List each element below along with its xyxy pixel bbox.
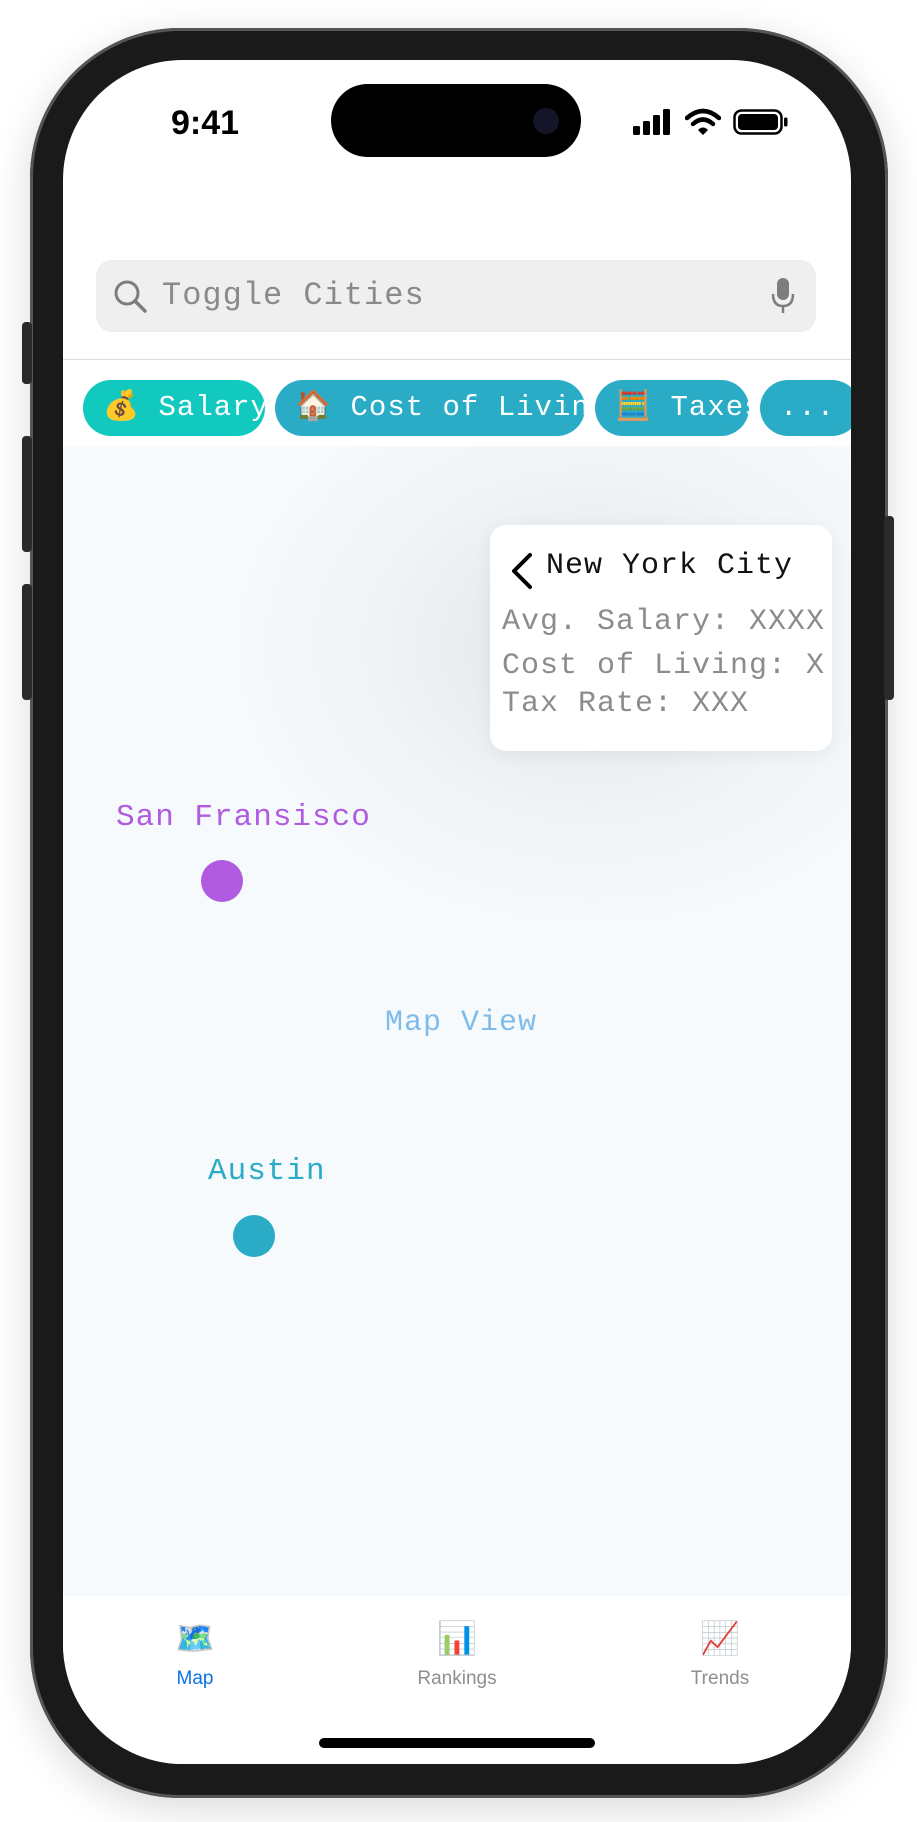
home-indicator[interactable] [319, 1738, 595, 1748]
tab-trends[interactable]: 📈 Trends [640, 1616, 800, 1690]
map-icon: 🗺️ [175, 1620, 215, 1656]
search-icon [114, 280, 147, 313]
status-time: 9:41 [171, 104, 240, 142]
search-divider [63, 359, 851, 360]
city-info-popup: New York City Avg. Salary: XXXX Cost of … [490, 525, 832, 751]
camera-icon [533, 108, 559, 134]
cellular-signal-icon [633, 109, 670, 135]
status-bar: 9:41 [63, 60, 851, 180]
filter-chip-label: Salary [158, 391, 265, 424]
trend-chart-icon: 📈 [700, 1620, 740, 1656]
filter-chip-label: Cost of Living [350, 391, 585, 424]
popup-cost-of-living: Cost of Living: X [502, 649, 826, 683]
volume-up-button [22, 436, 32, 552]
filter-chip-cost-of-living[interactable]: 🏠 Cost of Living [275, 380, 585, 436]
popup-tax-rate: Tax Rate: XXX [502, 687, 750, 721]
tab-rankings[interactable]: 📊 Rankings [377, 1616, 537, 1690]
city-label-san-francisco: San Fransisco [116, 800, 371, 835]
action-button [22, 322, 32, 384]
city-label-austin: Austin [208, 1154, 326, 1189]
filter-chip-label: ... [780, 391, 836, 424]
volume-down-button [22, 584, 32, 700]
filter-chip-more[interactable]: ... [760, 380, 851, 436]
phone-screen: 9:41 Toggle Cities 💰 Salary 🏠 Cost of Li… [63, 60, 851, 1764]
status-icons [633, 108, 789, 136]
power-button [884, 516, 894, 700]
wifi-icon [685, 108, 721, 135]
tab-map[interactable]: 🗺️ Map [115, 1616, 275, 1690]
map-view-label: Map View [385, 1006, 538, 1040]
tab-label: Map [176, 1668, 214, 1689]
dynamic-island [331, 84, 581, 157]
microphone-icon[interactable] [770, 276, 796, 316]
city-marker-san-francisco[interactable] [201, 860, 243, 902]
tab-label: Rankings [417, 1668, 497, 1689]
popup-avg-salary: Avg. Salary: XXXX [502, 605, 826, 639]
filter-chips: 💰 Salary 🏠 Cost of Living 🧮 Taxes ... [83, 380, 851, 436]
search-input[interactable]: Toggle Cities [162, 277, 425, 314]
chevron-left-icon[interactable] [508, 551, 534, 591]
filter-chip-taxes[interactable]: 🧮 Taxes [595, 380, 749, 436]
house-icon: 🏠 [295, 391, 333, 424]
city-marker-austin[interactable] [233, 1215, 275, 1257]
bar-chart-icon: 📊 [437, 1620, 477, 1656]
tab-label: Trends [690, 1668, 750, 1689]
popup-title: New York City [546, 549, 794, 583]
calculator-icon: 🧮 [615, 391, 653, 424]
battery-icon [733, 109, 788, 135]
search-bar[interactable]: Toggle Cities [96, 260, 816, 332]
money-bag-icon: 💰 [103, 391, 141, 424]
filter-chip-salary[interactable]: 💰 Salary [83, 380, 265, 436]
filter-chip-label: Taxes [670, 391, 749, 424]
